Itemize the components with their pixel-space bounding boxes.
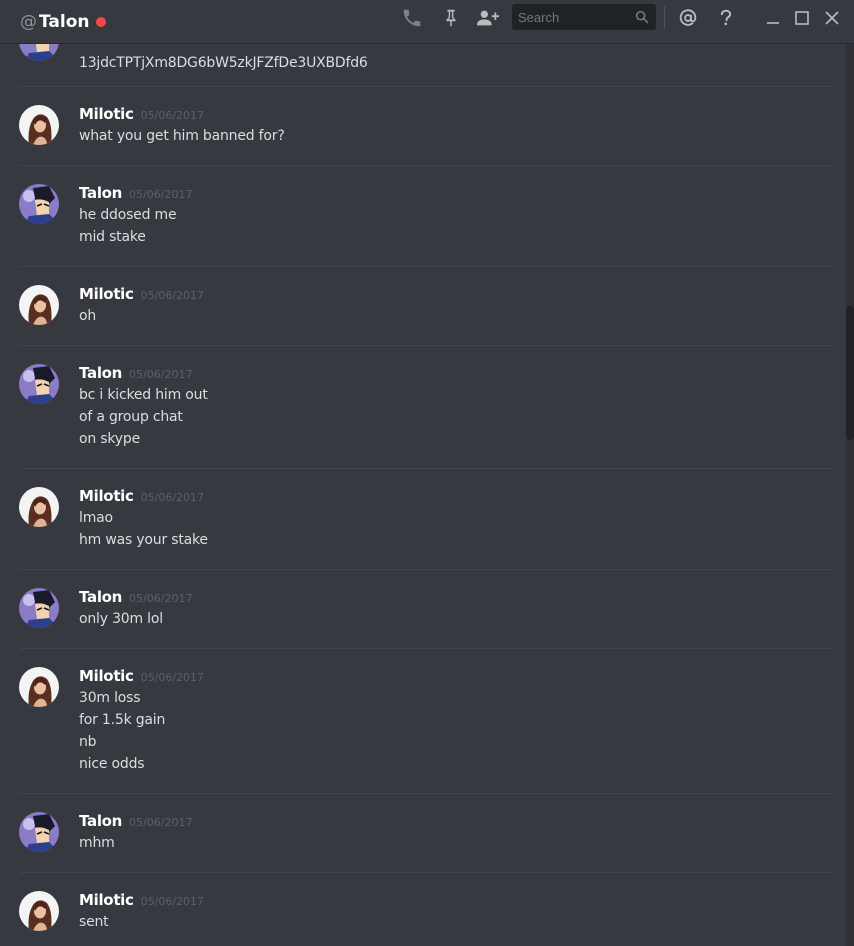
header-divider xyxy=(664,6,665,28)
message-text: only 30m lol xyxy=(79,611,163,627)
add-friend-icon[interactable] xyxy=(476,6,500,30)
message-header: Talon 05/06/2017 xyxy=(79,588,192,606)
minimize-icon[interactable] xyxy=(761,6,785,30)
help-icon[interactable] xyxy=(714,6,738,30)
avatar-milotic[interactable] xyxy=(19,487,59,527)
timestamp: 05/06/2017 xyxy=(140,109,205,122)
avatar-milotic[interactable] xyxy=(19,285,59,325)
channel-name: Talon xyxy=(39,11,90,32)
message-text: bc i kicked him out xyxy=(79,387,208,403)
message-group: Talon 05/06/2017 he ddosed me mid stake xyxy=(0,166,848,267)
timestamp: 05/06/2017 xyxy=(129,368,193,381)
search-icon xyxy=(634,9,650,30)
message-header: Milotic 05/06/2017 xyxy=(79,487,204,505)
message-text: lmao xyxy=(79,510,113,526)
message-group: Milotic 05/06/2017 what you get him bann… xyxy=(0,87,848,166)
message-group: Milotic 05/06/2017 lmao hm was your stak… xyxy=(0,469,848,570)
scrollbar-thumb[interactable] xyxy=(846,306,854,440)
message-group: Milotic 05/06/2017 sent xyxy=(0,873,848,946)
username[interactable]: Milotic xyxy=(79,105,134,123)
message-header: Talon 05/06/2017 xyxy=(79,364,192,382)
username[interactable]: Milotic xyxy=(79,285,134,303)
avatar-talon[interactable] xyxy=(19,44,59,61)
message-header: Talon 05/06/2017 xyxy=(79,184,192,202)
message-group: Milotic 05/06/2017 30m loss for 1.5k gai… xyxy=(0,649,848,794)
message-group: Talon 05/06/2017 mhm xyxy=(0,794,848,873)
message-text: for 1.5k gain xyxy=(79,712,166,728)
message-text: sent xyxy=(79,914,109,930)
search-input[interactable] xyxy=(518,9,628,25)
message-group: Milotic 05/06/2017 oh xyxy=(0,267,848,346)
avatar-talon[interactable] xyxy=(19,364,59,404)
close-icon[interactable] xyxy=(820,6,844,30)
username[interactable]: Talon xyxy=(79,812,122,830)
message-header: Milotic 05/06/2017 xyxy=(79,891,204,909)
timestamp: 05/06/2017 xyxy=(140,289,205,302)
message-group: Talon 05/06/2017 bc i kicked him out of … xyxy=(0,346,848,469)
username[interactable]: Milotic xyxy=(79,667,134,685)
message-header: Milotic 05/06/2017 xyxy=(79,105,204,123)
username[interactable]: Milotic xyxy=(79,891,134,909)
timestamp: 05/06/2017 xyxy=(129,188,193,201)
timestamp: 05/06/2017 xyxy=(129,816,193,829)
timestamp: 05/06/2017 xyxy=(140,671,205,684)
avatar-talon[interactable] xyxy=(19,588,59,628)
avatar-milotic[interactable] xyxy=(19,667,59,707)
avatar-milotic[interactable] xyxy=(19,105,59,145)
timestamp: 05/06/2017 xyxy=(140,491,205,504)
pin-icon[interactable] xyxy=(439,6,463,30)
message-group: Talon 05/06/2017 only 30m lol xyxy=(0,570,848,649)
message-text: he ddosed me xyxy=(79,207,177,223)
message-header: Milotic 05/06/2017 xyxy=(79,285,204,303)
message-text: mid stake xyxy=(79,229,146,245)
username[interactable]: Milotic xyxy=(79,487,134,505)
avatar-milotic[interactable] xyxy=(19,891,59,931)
message-text: 30m loss xyxy=(79,690,141,706)
message-text: nice odds xyxy=(79,756,145,772)
message-text: what you get him banned for? xyxy=(79,128,285,144)
message-text: on skype xyxy=(79,431,140,447)
phone-icon[interactable] xyxy=(400,6,424,30)
mention-icon[interactable] xyxy=(676,6,700,30)
avatar-talon[interactable] xyxy=(19,812,59,852)
avatar-talon[interactable] xyxy=(19,184,59,224)
message-text: of a group chat xyxy=(79,409,183,425)
username[interactable]: Talon xyxy=(79,588,122,606)
channel-title: @ Talon xyxy=(0,0,106,43)
status-dnd-indicator xyxy=(95,16,106,27)
at-symbol: @ xyxy=(20,11,37,32)
message-text: 13jdcTPTjXm8DG6bW5zkJFZfDe3UXBDfd6 xyxy=(79,55,368,71)
message-text: oh xyxy=(79,308,97,324)
message-list: 13jdcTPTjXm8DG6bW5zkJFZfDe3UXBDfd6 Milot… xyxy=(0,44,848,946)
message-text: mhm xyxy=(79,835,115,851)
search-bar[interactable] xyxy=(512,4,656,30)
username[interactable]: Talon xyxy=(79,364,122,382)
message-header: Talon 05/06/2017 xyxy=(79,812,192,830)
scrollbar-track[interactable] xyxy=(846,44,854,946)
channel-header: @ Talon xyxy=(0,0,854,44)
message-group: 13jdcTPTjXm8DG6bW5zkJFZfDe3UXBDfd6 xyxy=(0,44,848,87)
message-text: hm was your stake xyxy=(79,532,208,548)
maximize-icon[interactable] xyxy=(790,6,814,30)
timestamp: 05/06/2017 xyxy=(129,592,193,605)
username[interactable]: Talon xyxy=(79,184,122,202)
timestamp: 05/06/2017 xyxy=(140,895,205,908)
message-text: nb xyxy=(79,734,97,750)
message-header: Milotic 05/06/2017 xyxy=(79,667,204,685)
